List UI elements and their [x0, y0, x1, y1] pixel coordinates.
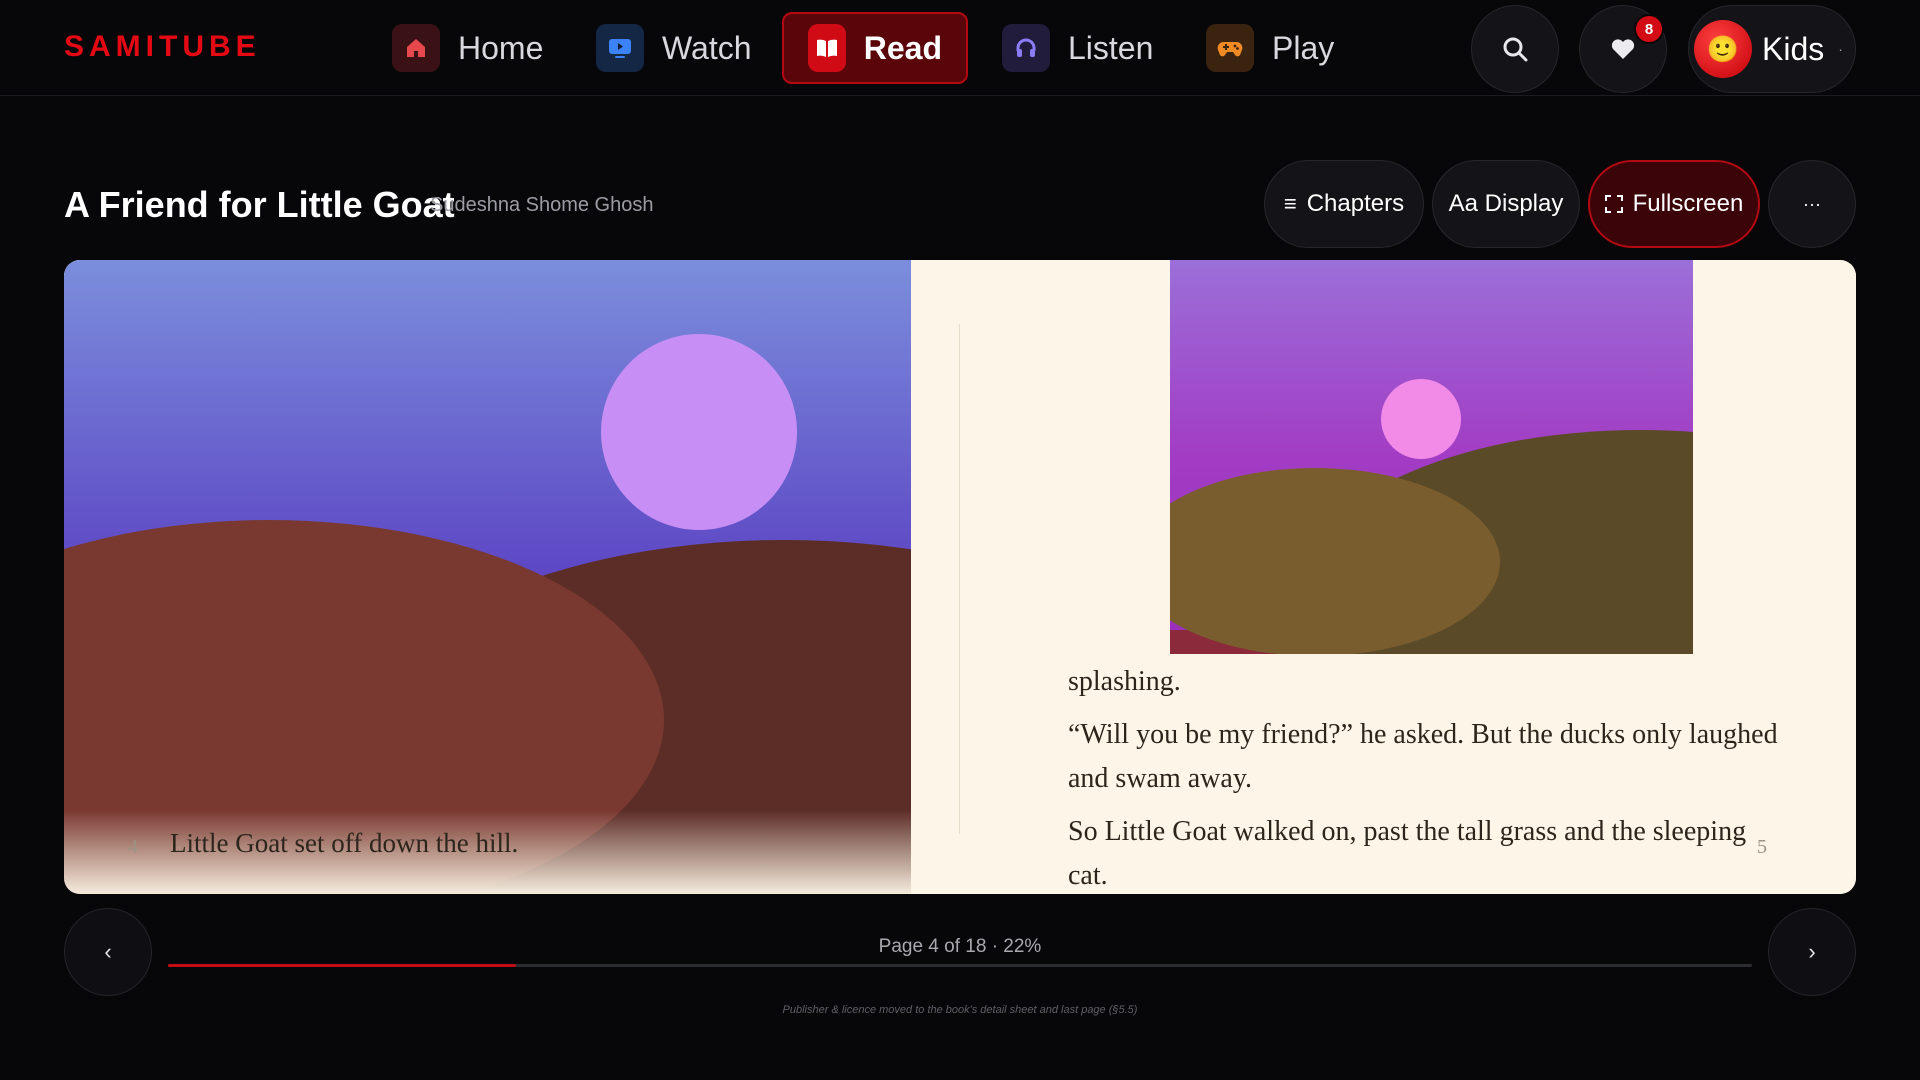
reading-progress-bar[interactable]: [168, 964, 1752, 967]
tv-icon: [596, 24, 644, 72]
nav-home-label: Home: [458, 29, 544, 66]
profile-switcher[interactable]: 🙂 Kids ·: [1688, 5, 1856, 93]
nav-listen-label: Listen: [1068, 29, 1154, 66]
display-label: Aa Display: [1448, 190, 1564, 217]
smiley-icon: 🙂: [1706, 33, 1740, 64]
gamepad-icon: [1206, 24, 1254, 72]
chevron-right-icon: ›: [1808, 939, 1816, 964]
nav-watch[interactable]: Watch: [572, 12, 776, 84]
nav-listen[interactable]: Listen: [978, 12, 1177, 84]
nav-read[interactable]: Read: [782, 12, 968, 84]
nav-watch-label: Watch: [662, 29, 752, 66]
paragraph: splashing.: [1068, 666, 1181, 697]
reading-progress-fill: [168, 964, 517, 967]
chapters-button[interactable]: ≡ Chapters: [1264, 160, 1424, 248]
left-page-number: 4: [128, 836, 138, 858]
chevron-left-icon: ‹: [104, 939, 112, 964]
left-page-illustration: [64, 260, 911, 894]
more-options-button[interactable]: ···: [1768, 160, 1856, 248]
fullscreen-button[interactable]: Fullscreen: [1588, 160, 1760, 248]
avatar: 🙂: [1694, 20, 1752, 78]
fullscreen-label: Fullscreen: [1632, 190, 1744, 217]
list-icon: ≡: [1283, 191, 1297, 216]
search-button[interactable]: [1471, 5, 1559, 93]
page-progress-label: Page 4 of 18 · 22%: [878, 936, 1042, 957]
display-settings-button[interactable]: Aa Display: [1432, 160, 1580, 248]
book-title: A Friend for Little Goat: [64, 184, 455, 225]
profile-name: Kids: [1762, 30, 1825, 67]
right-page[interactable]: splashing. “Will you be my friend?” he a…: [911, 260, 1856, 894]
left-page-text: Little Goat set off down the hill.: [170, 828, 519, 858]
top-navigation-bar: SAMITUBE Home Watch Read Listen Play 8 🙂…: [0, 0, 1920, 96]
footer-note: Publisher & licence moved to the book's …: [782, 1004, 1138, 1016]
gutter-divider: [959, 324, 960, 834]
search-icon: [1503, 37, 1528, 62]
nav-play[interactable]: Play: [1182, 12, 1358, 84]
book-icon: [808, 24, 846, 72]
previous-page-button[interactable]: ‹: [64, 908, 152, 996]
right-page-illustration: [1170, 260, 1693, 654]
paragraph: So Little Goat walked on, past the tall …: [1068, 816, 1747, 891]
favorites-count-badge: 8: [1634, 14, 1664, 44]
headphones-icon: [1002, 24, 1050, 72]
nav-read-label: Read: [863, 29, 942, 66]
left-page[interactable]: 4 Little Goat set off down the hill.: [64, 260, 911, 894]
right-page-text: splashing. “Will you be my friend?” he a…: [1068, 660, 1778, 894]
heart-icon: [1611, 39, 1635, 59]
book-author: Sudeshna Shome Ghosh: [430, 194, 654, 216]
chapters-label: Chapters: [1306, 190, 1405, 217]
fullscreen-icon: [1604, 195, 1623, 213]
profile-menu-icon: ·: [1838, 41, 1843, 57]
right-page-number: 5: [1757, 836, 1767, 858]
nav-play-label: Play: [1272, 29, 1335, 66]
favorites-button[interactable]: 8: [1579, 5, 1667, 93]
more-icon: ···: [1803, 193, 1821, 214]
paragraph: “Will you be my friend?” he asked. But t…: [1068, 719, 1778, 794]
book-spread[interactable]: 4 Little Goat set off down the hill. spl…: [64, 260, 1856, 894]
next-page-button[interactable]: ›: [1768, 908, 1856, 996]
brand-logo[interactable]: SAMITUBE: [64, 30, 261, 64]
home-icon: [392, 24, 440, 72]
nav-home[interactable]: Home: [368, 12, 567, 84]
